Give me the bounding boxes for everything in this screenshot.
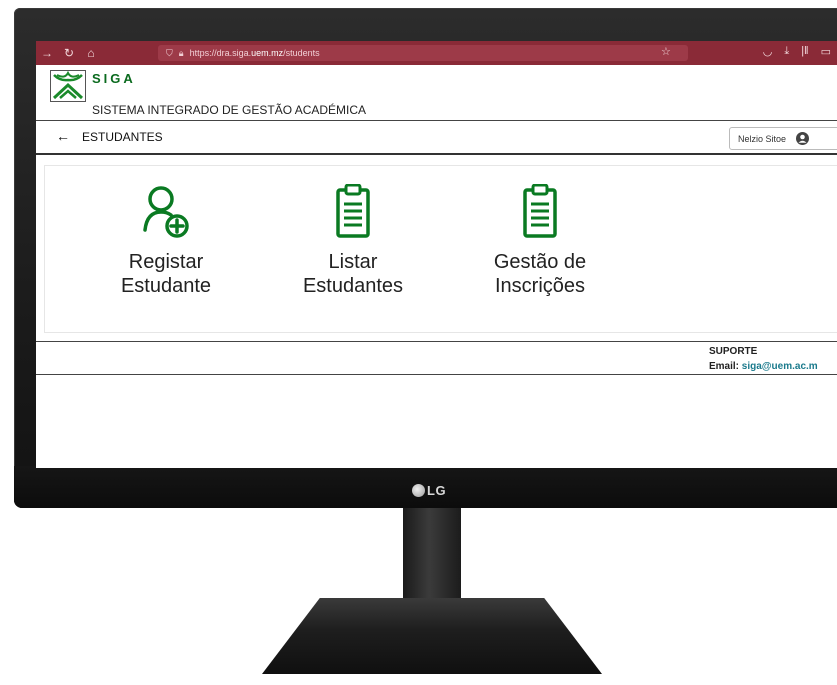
siga-logo xyxy=(50,70,86,102)
user-name: Nelzio Sitoe xyxy=(738,133,787,144)
user-avatar-icon xyxy=(796,132,810,145)
actions-panel: Registar Estudante Listar Estudantes Ges… xyxy=(44,165,837,333)
url-text: https://dra.siga.uem.mz/students xyxy=(189,48,320,58)
footer-divider-top xyxy=(36,341,837,342)
shield-icon: ⛉ xyxy=(166,47,173,58)
user-menu-button[interactable]: Nelzio Sitoe xyxy=(729,127,837,150)
browser-toolbar: → ↻ ⌂ ⛉ 🔒︎ https://dra.siga.uem.mz/stude… xyxy=(36,41,837,65)
tile-register-student[interactable]: Registar Estudante xyxy=(91,184,241,324)
sidebar-icon[interactable]: ▭ xyxy=(821,45,831,58)
tile-label: Listar Estudantes xyxy=(302,251,404,297)
forward-icon[interactable]: → xyxy=(36,46,58,60)
library-icon[interactable]: |‖ xyxy=(801,45,808,58)
address-bar[interactable]: ⛉ 🔒︎ https://dra.siga.uem.mz/students xyxy=(158,45,688,61)
page-title-bar: ← ESTUDANTES Nelzio Sitoe xyxy=(36,121,837,155)
bookmark-star-icon[interactable]: ☆ xyxy=(661,45,671,58)
home-icon[interactable]: ⌂ xyxy=(80,46,102,60)
lg-mark-icon xyxy=(412,483,425,497)
tile-enrollment-management[interactable]: Gestão de Inscrições xyxy=(465,184,615,324)
tile-label: Registar Estudante xyxy=(120,251,212,297)
lock-icon: 🔒︎ xyxy=(178,47,184,58)
clipboard-list-icon xyxy=(336,184,370,238)
pocket-icon[interactable]: ◡ xyxy=(763,45,773,58)
app-full-name: SISTEMA INTEGRADO DE GESTÃO ACADÉMICA xyxy=(92,103,367,117)
user-add-icon xyxy=(143,186,189,238)
footer-divider-bottom xyxy=(36,374,837,375)
support-title: SUPORTE xyxy=(709,346,758,357)
page-title: ESTUDANTES xyxy=(82,130,163,144)
monitor-brand-text: LG xyxy=(427,482,447,498)
support-email: Email: siga@uem.ac.m xyxy=(709,361,818,372)
siga-logo-icon xyxy=(52,70,84,100)
support-email-link[interactable]: siga@uem.ac.m xyxy=(742,361,818,372)
download-icon[interactable]: ⤓ xyxy=(784,45,789,58)
app-name: SIGA xyxy=(92,71,136,86)
clipboard-list-icon xyxy=(523,184,557,238)
browser-right-tools: ◡ ⤓ |‖ ▭ xyxy=(763,45,831,58)
email-label: Email: xyxy=(709,361,740,372)
app-header: SIGA SISTEMA INTEGRADO DE GESTÃO ACADÉMI… xyxy=(36,65,837,121)
tile-label: Gestão de Inscrições xyxy=(493,251,587,297)
tile-list-students[interactable]: Listar Estudantes xyxy=(278,184,428,324)
reload-icon[interactable]: ↻ xyxy=(58,46,80,60)
monitor-screen: → ↻ ⌂ ⛉ 🔒︎ https://dra.siga.uem.mz/stude… xyxy=(36,41,837,468)
back-arrow-icon[interactable]: ← xyxy=(56,128,70,144)
monitor-stand-base xyxy=(262,598,602,674)
monitor-brand-logo: LG xyxy=(412,480,446,500)
